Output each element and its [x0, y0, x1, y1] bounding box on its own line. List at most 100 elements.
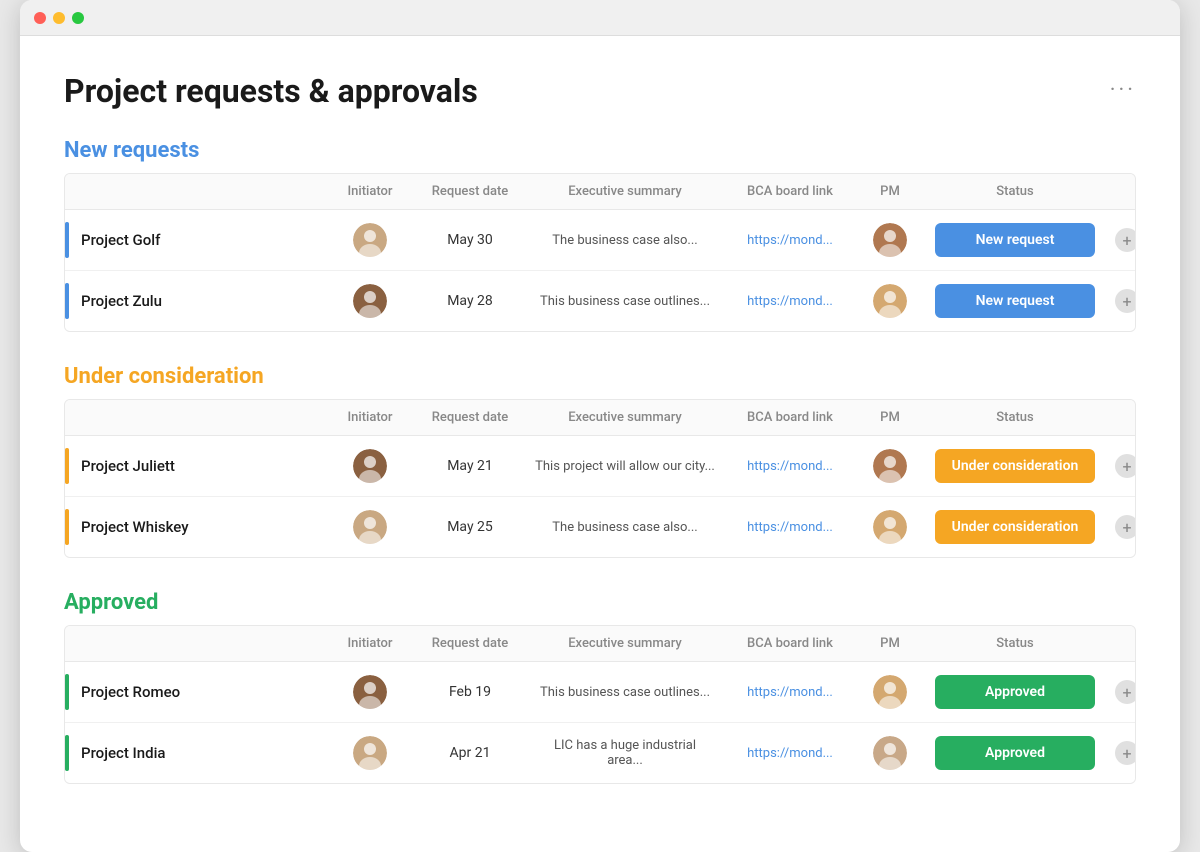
initiator-avatar [353, 675, 387, 709]
pm-avatar [873, 449, 907, 483]
col-header-7 [1105, 400, 1136, 435]
maximize-button[interactable] [72, 12, 84, 24]
col-header-4: BCA board link [725, 400, 855, 435]
titlebar [20, 0, 1180, 36]
section-heading-new-requests: New requests [64, 138, 1136, 163]
table-header: InitiatorRequest dateExecutive summaryBC… [65, 626, 1135, 662]
request-date: Feb 19 [415, 672, 525, 712]
col-header-0 [65, 400, 325, 435]
page-content: Project requests & approvals ··· New req… [20, 36, 1180, 852]
request-date: Apr 21 [415, 733, 525, 773]
status-button[interactable]: Approved [935, 736, 1095, 770]
section-approved: Approved InitiatorRequest dateExecutive s… [64, 590, 1136, 784]
col-header-6: Status [925, 626, 1105, 661]
status-button[interactable]: New request [935, 223, 1095, 257]
col-header-1: Initiator [325, 400, 415, 435]
table-row: Project Zulu May 28This business case ou… [65, 271, 1135, 331]
table-under-consideration: InitiatorRequest dateExecutive summaryBC… [64, 399, 1136, 558]
initiator-avatar [353, 449, 387, 483]
col-header-5: PM [855, 400, 925, 435]
col-header-3: Executive summary [525, 174, 725, 209]
col-header-4: BCA board link [725, 174, 855, 209]
col-header-6: Status [925, 400, 1105, 435]
project-name: Project Zulu [81, 292, 162, 310]
project-name: Project India [81, 744, 166, 762]
status-button[interactable]: Approved [935, 675, 1095, 709]
executive-summary: The business case also... [525, 221, 725, 260]
col-header-5: PM [855, 626, 925, 661]
executive-summary: This business case outlines... [525, 673, 725, 712]
initiator-avatar [353, 510, 387, 544]
table-new-requests: InitiatorRequest dateExecutive summaryBC… [64, 173, 1136, 332]
pm-avatar [873, 284, 907, 318]
table-row: Project Golf May 30The business case als… [65, 210, 1135, 271]
col-header-0 [65, 626, 325, 661]
table-row: Project Romeo Feb 19This business case o… [65, 662, 1135, 723]
add-row-button[interactable]: + [1115, 228, 1136, 252]
executive-summary: The business case also... [525, 508, 725, 547]
col-header-2: Request date [415, 174, 525, 209]
col-header-0 [65, 174, 325, 209]
table-row: Project Juliett May 21This project will … [65, 436, 1135, 497]
table-row: Project Whiskey May 25The business case … [65, 497, 1135, 557]
project-name: Project Juliett [81, 457, 175, 475]
request-date: May 25 [415, 507, 525, 547]
add-row-button[interactable]: + [1115, 515, 1136, 539]
executive-summary: LIC has a huge industrial area... [525, 726, 725, 780]
bca-board-link[interactable]: https://mond... [747, 459, 833, 474]
more-options-button[interactable]: ··· [1110, 78, 1136, 103]
pm-avatar [873, 675, 907, 709]
initiator-avatar [353, 284, 387, 318]
col-header-7 [1105, 174, 1136, 209]
minimize-button[interactable] [53, 12, 65, 24]
col-header-1: Initiator [325, 174, 415, 209]
bca-board-link[interactable]: https://mond... [747, 746, 833, 761]
bca-board-link[interactable]: https://mond... [747, 294, 833, 309]
close-button[interactable] [34, 12, 46, 24]
pm-avatar [873, 223, 907, 257]
add-row-button[interactable]: + [1115, 680, 1136, 704]
request-date: May 21 [415, 446, 525, 486]
bca-board-link[interactable]: https://mond... [747, 233, 833, 248]
status-button[interactable]: Under consideration [935, 510, 1095, 544]
project-name: Project Whiskey [81, 518, 189, 536]
row-accent-bar [65, 283, 69, 319]
col-header-4: BCA board link [725, 626, 855, 661]
col-header-7 [1105, 626, 1136, 661]
row-accent-bar [65, 674, 69, 710]
executive-summary: This project will allow our city... [525, 447, 725, 486]
row-accent-bar [65, 509, 69, 545]
add-row-button[interactable]: + [1115, 741, 1136, 765]
table-approved: InitiatorRequest dateExecutive summaryBC… [64, 625, 1136, 784]
add-row-button[interactable]: + [1115, 289, 1136, 313]
pm-avatar [873, 510, 907, 544]
col-header-6: Status [925, 174, 1105, 209]
table-row: Project India Apr 21LIC has a huge indus… [65, 723, 1135, 783]
col-header-3: Executive summary [525, 400, 725, 435]
page-header: Project requests & approvals ··· [64, 72, 1136, 110]
status-button[interactable]: New request [935, 284, 1095, 318]
row-accent-bar [65, 222, 69, 258]
section-heading-approved: Approved [64, 590, 1136, 615]
section-under-consideration: Under consideration InitiatorRequest date… [64, 364, 1136, 558]
app-window: Project requests & approvals ··· New req… [20, 0, 1180, 852]
col-header-2: Request date [415, 400, 525, 435]
pm-avatar [873, 736, 907, 770]
col-header-2: Request date [415, 626, 525, 661]
col-header-5: PM [855, 174, 925, 209]
request-date: May 30 [415, 220, 525, 260]
project-name: Project Romeo [81, 683, 180, 701]
table-header: InitiatorRequest dateExecutive summaryBC… [65, 400, 1135, 436]
bca-board-link[interactable]: https://mond... [747, 520, 833, 535]
page-title: Project requests & approvals [64, 72, 478, 110]
project-name: Project Golf [81, 231, 160, 249]
request-date: May 28 [415, 281, 525, 321]
bca-board-link[interactable]: https://mond... [747, 685, 833, 700]
status-button[interactable]: Under consideration [935, 449, 1095, 483]
initiator-avatar [353, 223, 387, 257]
table-header: InitiatorRequest dateExecutive summaryBC… [65, 174, 1135, 210]
add-row-button[interactable]: + [1115, 454, 1136, 478]
row-accent-bar [65, 448, 69, 484]
section-heading-under-consideration: Under consideration [64, 364, 1136, 389]
row-accent-bar [65, 735, 69, 771]
